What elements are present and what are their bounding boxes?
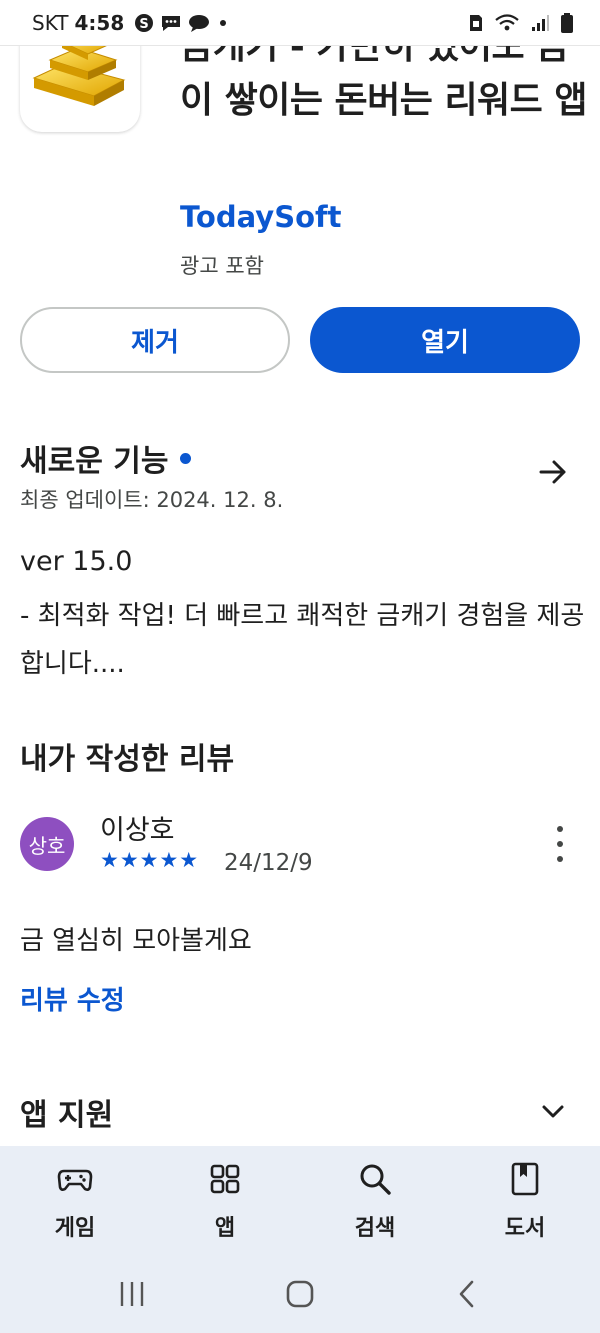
search-icon [360,1164,391,1195]
nav-search[interactable]: 검색 [300,1146,450,1254]
whats-new-header[interactable]: 새로운 기능 [20,436,192,480]
message-bubble-icon [189,14,210,32]
notification-s-icon: S [135,13,154,32]
nav-apps[interactable]: 앱 [150,1146,300,1254]
star-rating: ★★★★★ [100,848,200,872]
gamepad-icon [57,1169,93,1191]
chat-bubble-icon [162,15,181,31]
edit-review-link[interactable]: 리뷰 수정 [20,980,125,1017]
nav-books[interactable]: 도서 [450,1146,600,1254]
arrow-right-icon[interactable] [536,455,570,489]
nav-label: 앱 [214,1216,236,1241]
wifi-icon [495,13,519,30]
svg-text:S: S [140,17,149,32]
system-navigation-bar [0,1254,600,1333]
back-icon[interactable] [448,1276,488,1312]
avatar: 상호 [20,817,74,871]
nav-label: 검색 [354,1216,396,1241]
home-icon[interactable] [280,1276,320,1312]
open-button[interactable]: 열기 [310,307,580,373]
bottom-navigation: 게임 앱 검색 도서 [0,1146,600,1254]
last-updated: 최종 업데이트: 2024. 12. 8. [20,488,284,512]
signal-icon [532,14,549,31]
nav-label: 도서 [504,1216,546,1241]
my-review-title: 내가 작성한 리뷰 [20,742,235,777]
clock: 4:58 [74,10,125,35]
recent-apps-icon[interactable] [112,1276,152,1312]
carrier-name: SKT [32,10,69,35]
apps-grid-icon [210,1164,240,1194]
new-indicator-dot [180,453,192,464]
reviewer-name: 이상호 [100,815,175,846]
chevron-down-icon[interactable] [538,1096,568,1126]
uninstall-button[interactable]: 제거 [20,307,290,373]
nav-label: 게임 [54,1216,96,1241]
whats-new-title: 새로운 기능 [20,444,169,479]
version-text: ver 15.0 [20,546,133,577]
contains-ads-note: 광고 포함 [180,254,264,278]
battery-icon [561,12,573,33]
sim-icon [470,14,482,31]
app-support-title[interactable]: 앱 지원 [20,1090,113,1134]
nav-games[interactable]: 게임 [0,1146,150,1254]
developer-link[interactable]: TodaySoft [180,200,341,234]
status-bar: SKT 4:58 S [0,0,600,46]
review-text: 금 열심히 모아볼게요 [20,926,252,956]
review-date: 24/12/9 [224,850,313,876]
more-options-icon[interactable] [548,826,572,862]
app-details-page: 금캐기 - 가만히 있어도 금이 쌓이는 돈버는 리워드 앱 TodaySoft… [0,0,600,1146]
more-notifications-dot [220,19,227,26]
release-notes: - 최적화 작업! 더 빠르고 쾌적한 금캐기 경험을 제공합니다.... [20,601,585,679]
book-icon [511,1162,539,1196]
